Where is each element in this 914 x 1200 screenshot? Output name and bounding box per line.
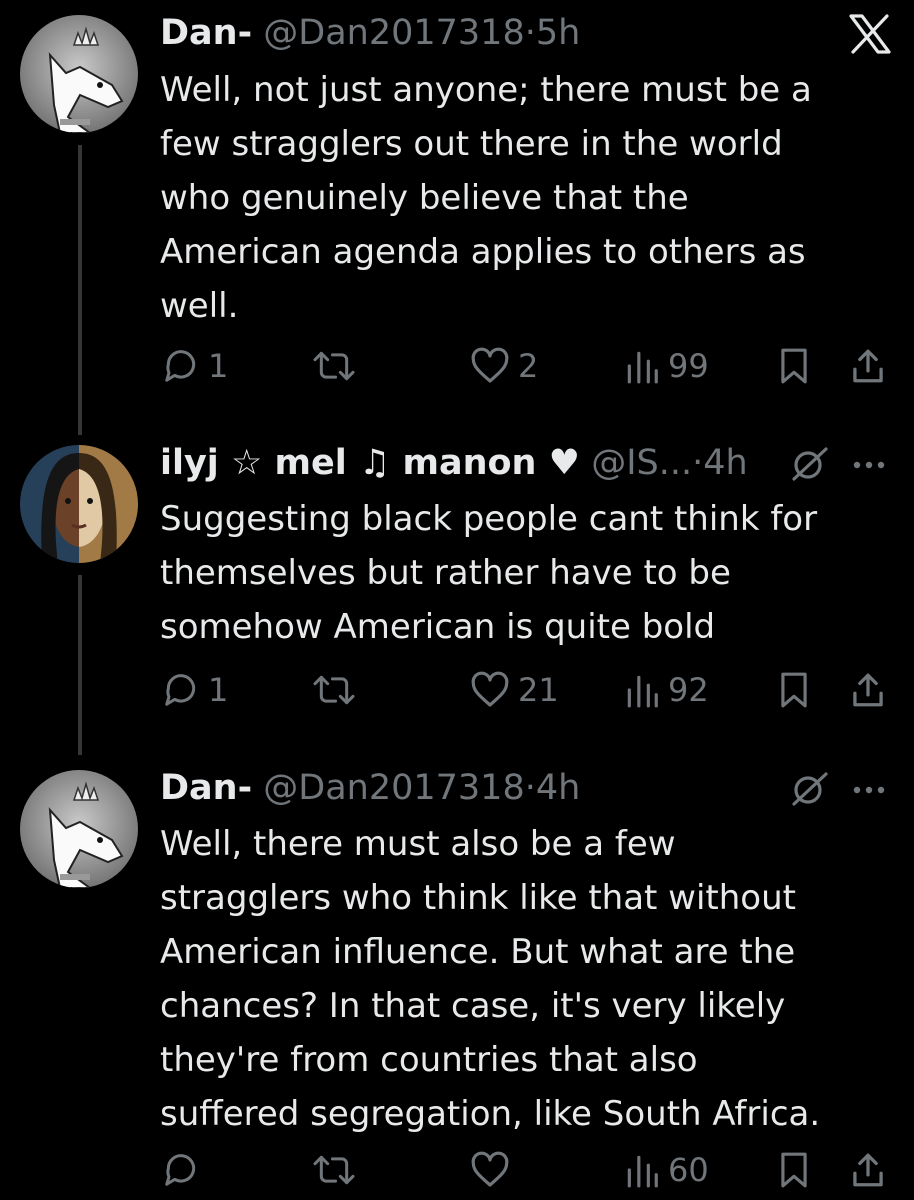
tweet-text: Well, there must also be a few straggler… [160, 824, 821, 1134]
bookmark-button[interactable] [778, 1146, 810, 1194]
more-options-icon[interactable] [852, 460, 886, 470]
bookmark-button[interactable] [778, 342, 810, 390]
bookmark-icon [781, 348, 807, 384]
author-handle[interactable]: @Dan2017318 [263, 13, 524, 53]
grok-icon[interactable] [790, 446, 830, 482]
view-count: 60 [668, 1151, 709, 1189]
tweet-header: Dan- @Dan2017318·5h [160, 8, 580, 58]
tweet-text: Suggesting black people cant think for t… [160, 499, 818, 647]
x-logo-icon [848, 14, 892, 54]
reply-button[interactable]: 1 [162, 342, 228, 390]
repost-button[interactable] [310, 342, 366, 390]
like-button[interactable] [470, 1146, 518, 1194]
author-handle[interactable]: @IS... [591, 443, 692, 483]
timestamp[interactable]: 4h [536, 768, 580, 808]
reply-button[interactable] [162, 1146, 208, 1194]
share-icon [853, 1153, 883, 1187]
views-icon [627, 351, 658, 384]
reply-count: 1 [208, 671, 229, 709]
reply-icon [165, 1154, 196, 1186]
author-handle[interactable]: @Dan2017318 [263, 768, 524, 808]
heart-icon [471, 1151, 509, 1187]
timestamp[interactable]: 5h [536, 13, 580, 53]
view-count: 99 [668, 347, 709, 385]
repost-icon [313, 675, 355, 705]
like-count: 2 [518, 347, 539, 385]
bookmark-button[interactable] [778, 666, 810, 714]
share-button[interactable] [850, 1146, 886, 1194]
timestamp[interactable]: 4h [703, 443, 747, 483]
like-count: 21 [518, 671, 559, 709]
views-button[interactable]: 60 [624, 1146, 709, 1194]
view-count: 92 [668, 671, 709, 709]
views-icon [627, 675, 658, 708]
views-button[interactable]: 92 [624, 666, 709, 714]
separator-dot: · [692, 443, 704, 483]
like-button[interactable]: 2 [470, 342, 538, 390]
repost-icon [313, 351, 355, 381]
repost-button[interactable] [310, 1146, 366, 1194]
tweet-header: ilyj ☆ mel ♫ manon ♥ @IS...·4h [160, 438, 748, 488]
avatar[interactable] [20, 770, 138, 888]
reply-icon [165, 350, 196, 382]
bookmark-icon [781, 1152, 807, 1188]
heart-icon [471, 347, 509, 383]
author-name[interactable]: ilyj ☆ mel ♫ manon ♥ [160, 443, 580, 483]
share-icon [853, 673, 883, 707]
avatar[interactable] [20, 15, 138, 133]
reply-button[interactable]: 1 [162, 666, 228, 714]
reply-count: 1 [208, 347, 229, 385]
more-options-icon[interactable] [852, 785, 886, 795]
thread-connector-line [78, 575, 82, 755]
avatar[interactable] [20, 445, 138, 563]
share-button[interactable] [850, 342, 886, 390]
repost-icon [313, 1155, 355, 1185]
separator-dot: · [524, 13, 536, 53]
views-icon [627, 1155, 658, 1188]
thread-connector-line [78, 145, 82, 435]
repost-button[interactable] [310, 666, 366, 714]
bookmark-icon [781, 672, 807, 708]
views-button[interactable]: 99 [624, 342, 709, 390]
author-name[interactable]: Dan- [160, 13, 252, 53]
like-button[interactable]: 21 [470, 666, 559, 714]
heart-icon [471, 671, 509, 707]
tweet-text: Well, not just anyone; there must be a f… [160, 70, 812, 326]
separator-dot: · [524, 768, 536, 808]
reply-icon [165, 674, 196, 706]
share-icon [853, 349, 883, 383]
author-name[interactable]: Dan- [160, 768, 252, 808]
tweet-header: Dan- @Dan2017318·4h [160, 763, 580, 813]
grok-icon[interactable] [790, 771, 830, 807]
share-button[interactable] [850, 666, 886, 714]
